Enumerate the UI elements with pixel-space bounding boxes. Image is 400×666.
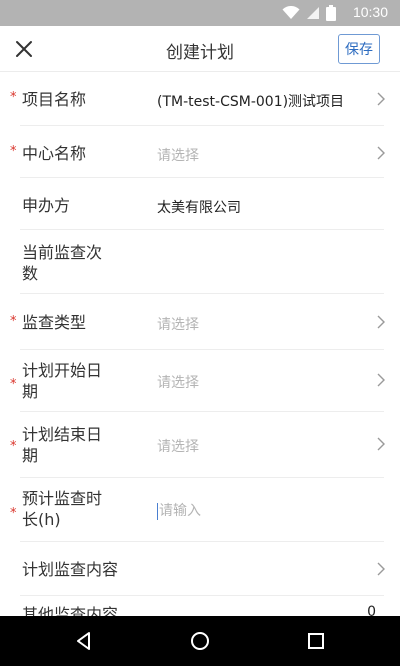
required-mark: * [10,90,17,105]
field-label: 当前监查次数 [22,243,103,283]
recents-button[interactable] [304,629,328,653]
form-row-visit-type[interactable]: * 监查类型 请选择 [0,294,400,350]
form-row-center-name[interactable]: * 中心名称 请选择 [0,126,400,178]
chevron-right-icon [377,146,385,160]
form-row-estimated-duration[interactable]: * 预计监查时长(h) 请输入 [0,478,400,542]
signal-icon [307,7,319,19]
system-nav-bar [0,616,400,666]
input-placeholder: 请输入 [159,503,201,519]
field-label: 中心名称 [22,144,87,163]
text-cursor [157,502,158,520]
plan-start-date-select[interactable]: 请选择 [157,372,199,392]
status-bar: 10:30 [0,0,400,26]
plan-end-date-select[interactable]: 请选择 [157,436,199,456]
wifi-icon [282,6,300,19]
chevron-right-icon [377,562,385,576]
required-mark: * [10,439,17,454]
project-name-value: (TM-test-CSM-001)测试项目 [157,94,345,110]
field-label: 项目名称 [22,90,87,109]
field-label: 预计监查时长(h) [22,489,103,529]
status-time: 10:30 [352,4,388,20]
recents-icon [308,633,324,649]
field-label: 计划结束日期 [22,425,103,465]
home-icon [191,632,209,650]
visit-type-select[interactable]: 请选择 [157,314,199,334]
chevron-right-icon [377,315,385,329]
form-row-plan-end-date[interactable]: * 计划结束日期 请选择 [0,412,400,478]
status-icons [282,5,336,21]
field-label: 申办方 [22,196,71,215]
chevron-right-icon [377,92,385,106]
required-mark: * [10,144,17,159]
form-row-other-content[interactable]: 其他监查内容 0 [0,596,400,616]
back-button[interactable] [72,629,96,653]
back-icon [77,632,90,650]
save-button[interactable]: 保存 [338,34,380,64]
required-mark: * [10,377,17,392]
form-row-sponsor: 申办方 太美有限公司 [0,178,400,230]
chevron-right-icon [377,437,385,451]
required-mark: * [10,314,17,329]
battery-icon [326,5,336,21]
field-label: 其他监查内容 [22,605,119,616]
home-button[interactable] [188,629,212,653]
required-mark: * [10,506,17,521]
chevron-right-icon [377,373,385,387]
app-bar: 创建计划 保存 [0,26,400,72]
field-label: 计划监查内容 [22,560,119,579]
form-row-plan-content[interactable]: 计划监查内容 [0,542,400,596]
form-row-plan-start-date[interactable]: * 计划开始日期 请选择 [0,350,400,412]
other-content-count: 0 [367,604,376,616]
sponsor-value: 太美有限公司 [157,200,241,216]
plan-form: * 项目名称 (TM-test-CSM-001)测试项目 * 中心名称 请选择 … [0,72,400,616]
field-label: 监查类型 [22,313,87,332]
field-label: 计划开始日期 [22,361,103,401]
form-row-current-visit-count: 当前监查次数 [0,230,400,294]
estimated-duration-input[interactable]: 请输入 [157,500,201,520]
center-name-select[interactable]: 请选择 [157,145,199,165]
form-row-project-name[interactable]: * 项目名称 (TM-test-CSM-001)测试项目 [0,72,400,126]
